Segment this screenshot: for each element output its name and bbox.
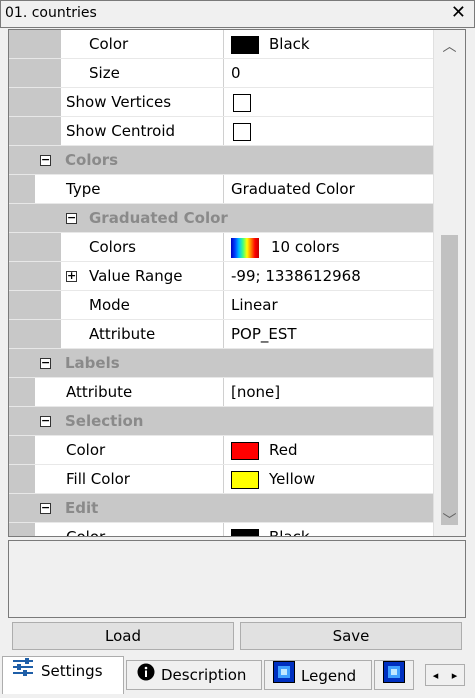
category-label: Graduated Color [89, 209, 228, 227]
property-value[interactable]: -99; 1338612968 [231, 267, 361, 285]
property-label: Color [89, 35, 129, 53]
tab-settings[interactable]: Settings [2, 656, 124, 694]
property-grid-rows: Color Black Size 0 Show Vertices Show Ce… [9, 30, 435, 537]
scroll-down-icon[interactable]: ﹀ [434, 510, 465, 530]
property-row-mode[interactable]: Mode Linear [9, 291, 435, 320]
legend-icon [273, 661, 295, 692]
save-button[interactable]: Save [240, 622, 462, 650]
category-edit[interactable]: − Edit [9, 494, 435, 523]
color-swatch[interactable] [231, 470, 259, 489]
category-label: Selection [65, 412, 144, 430]
property-label: Attribute [66, 383, 133, 401]
property-row-attribute[interactable]: Attribute POP_EST [9, 320, 435, 349]
color-swatch[interactable] [231, 35, 259, 54]
category-colors[interactable]: − Colors [9, 146, 435, 175]
close-icon[interactable]: ✕ [451, 2, 466, 23]
property-row-show-centroid[interactable]: Show Centroid [9, 117, 435, 146]
property-value: Black [269, 35, 310, 53]
show-vertices-checkbox[interactable] [233, 93, 251, 112]
sliders-icon [11, 657, 35, 686]
property-value: Yellow [269, 470, 316, 488]
property-row-selection-fill-color[interactable]: Fill Color Yellow [9, 465, 435, 494]
tab-strip: Settings Description Legend ◂ ▸ [0, 656, 475, 698]
category-graduated-color[interactable]: − Graduated Color [9, 204, 435, 233]
category-selection[interactable]: − Selection [9, 407, 435, 436]
property-row-graduated-colors[interactable]: Colors 10 colors [9, 233, 435, 262]
property-value[interactable]: [none] [231, 383, 280, 401]
collapse-icon[interactable]: − [40, 502, 51, 514]
property-grid: Color Black Size 0 Show Vertices Show Ce… [8, 29, 466, 537]
property-label: Attribute [89, 325, 156, 343]
property-label: Fill Color [66, 470, 130, 488]
property-row-show-vertices[interactable]: Show Vertices [9, 88, 435, 117]
tab-legend[interactable]: Legend [264, 660, 372, 690]
property-row-selection-color[interactable]: Color Red [9, 436, 435, 465]
color-ramp-swatch[interactable] [231, 237, 259, 258]
vertical-scrollbar[interactable]: ︿ ﹀ [433, 30, 465, 536]
tab-label: Legend [301, 667, 357, 685]
property-value[interactable]: POP_EST [231, 325, 297, 343]
property-label: Colors [89, 238, 136, 256]
property-row-color[interactable]: Color Black [9, 30, 435, 59]
category-labels[interactable]: − Labels [9, 349, 435, 378]
property-label: Color [66, 441, 106, 459]
info-icon [137, 662, 155, 690]
scroll-up-icon[interactable]: ︿ [434, 36, 465, 56]
category-label: Labels [65, 354, 120, 372]
show-centroid-checkbox[interactable] [233, 122, 251, 141]
panel-title: 01. countries [5, 5, 97, 21]
category-label: Edit [65, 499, 99, 517]
tab-label: Settings [41, 662, 103, 680]
scrollbar-thumb[interactable] [441, 235, 458, 525]
tab-scroll-right-icon[interactable]: ▸ [445, 666, 464, 686]
property-label: Color [66, 528, 106, 537]
tab-label: Description [161, 666, 247, 684]
property-label: Type [66, 180, 101, 198]
property-value: Black [269, 528, 310, 537]
load-button[interactable]: Load [12, 622, 234, 650]
collapse-icon[interactable]: − [40, 357, 51, 369]
panel-titlebar: 01. countries ✕ [0, 0, 475, 28]
category-label: Colors [65, 151, 119, 169]
property-row-type[interactable]: Type Graduated Color [9, 175, 435, 204]
property-label: Show Centroid [66, 122, 176, 140]
collapse-icon[interactable]: − [66, 212, 77, 224]
expand-icon[interactable]: + [66, 270, 77, 282]
tab-scroll-buttons: ◂ ▸ [425, 664, 465, 686]
tab-scroll-left-icon[interactable]: ◂ [426, 666, 445, 686]
description-panel [8, 540, 466, 618]
property-row-labels-attribute[interactable]: Attribute [none] [9, 378, 435, 407]
property-row-size[interactable]: Size 0 [9, 59, 435, 88]
property-row-edit-color[interactable]: Color Black [9, 523, 435, 537]
collapse-icon[interactable]: − [40, 154, 51, 166]
property-label: Size [89, 64, 120, 82]
property-value[interactable]: 0 [231, 64, 241, 82]
property-value[interactable]: Graduated Color [231, 180, 355, 198]
property-value: 10 colors [271, 238, 340, 256]
property-label: Mode [89, 296, 130, 314]
property-label: Show Vertices [66, 93, 172, 111]
legend-icon [383, 661, 405, 692]
tab-more[interactable] [374, 660, 414, 690]
collapse-icon[interactable]: − [40, 415, 51, 427]
tab-description[interactable]: Description [126, 660, 262, 690]
color-swatch[interactable] [231, 528, 259, 536]
property-row-value-range[interactable]: + Value Range -99; 1338612968 [9, 262, 435, 291]
property-value: Red [269, 441, 298, 459]
property-label: Value Range [89, 267, 183, 285]
property-value[interactable]: Linear [231, 296, 278, 314]
color-swatch[interactable] [231, 441, 259, 460]
